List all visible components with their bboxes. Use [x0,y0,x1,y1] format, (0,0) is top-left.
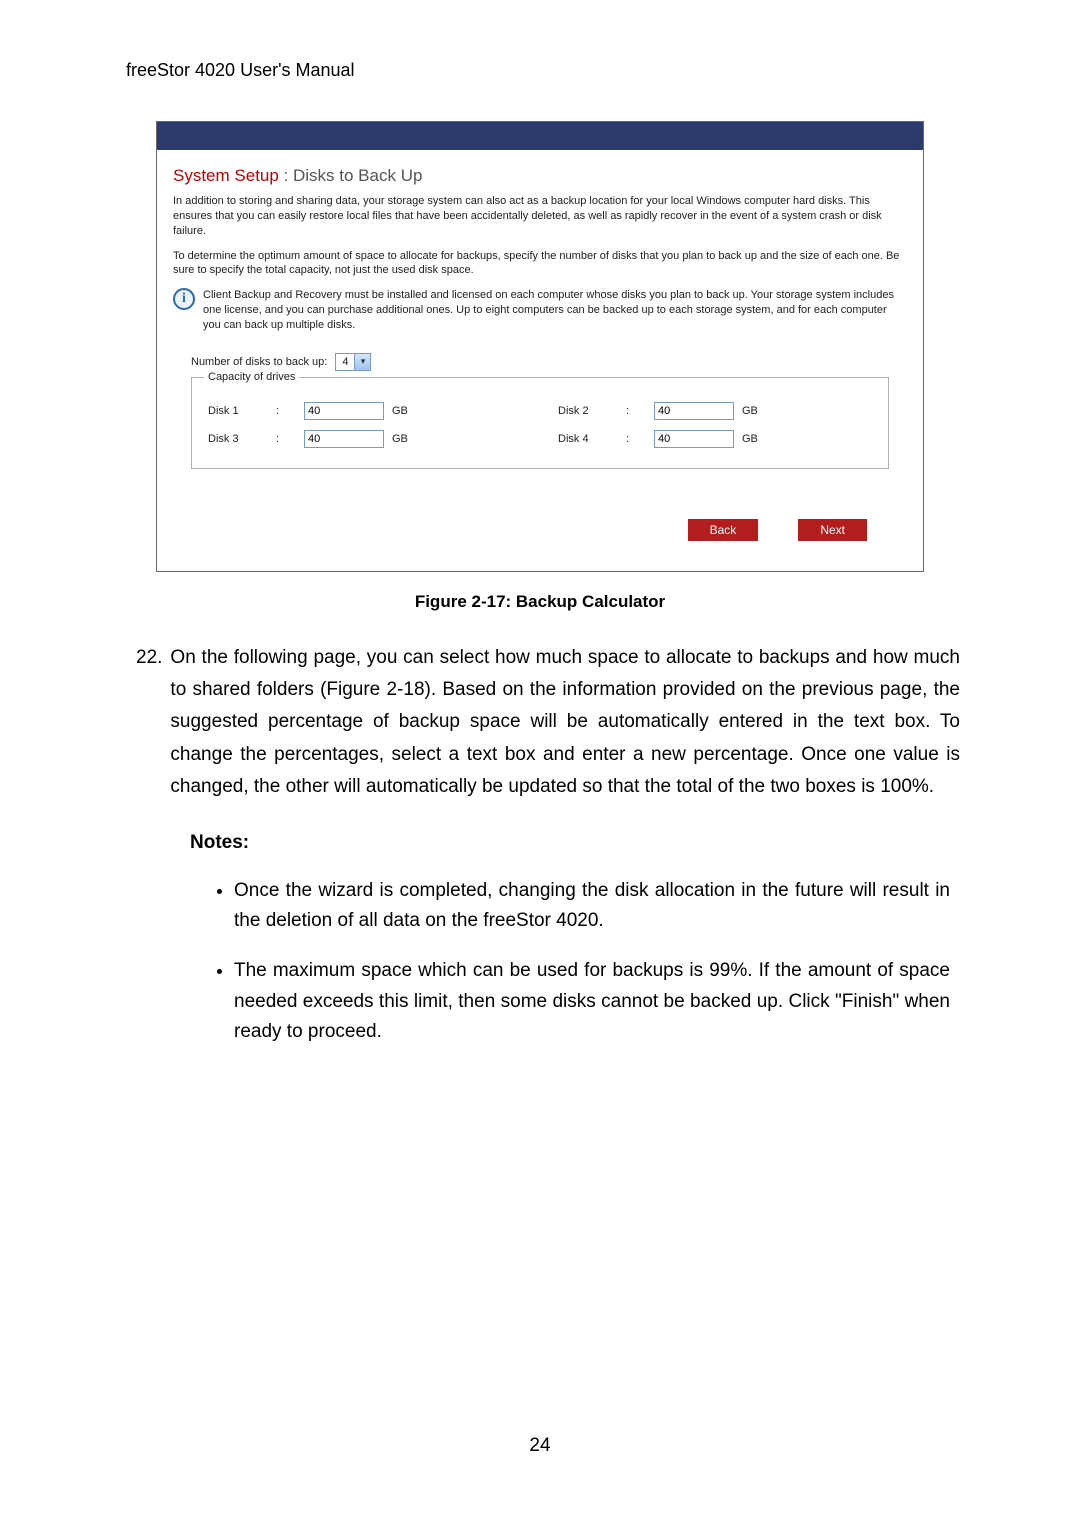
fieldset-legend: Capacity of drives [204,371,299,383]
numdisks-label: Number of disks to back up: [191,356,327,368]
disk1-capacity-input[interactable] [304,402,384,420]
intro-paragraph-2: To determine the optimum amount of space… [173,249,907,279]
note-item: Once the wizard is completed, changing t… [234,876,960,937]
note-item: The maximum space which can be used for … [234,956,960,1047]
unit-label: GB [392,405,422,417]
back-button[interactable]: Back [688,519,759,541]
screenshot-figure: System Setup : Disks to Back Up In addit… [156,121,924,572]
page-number: 24 [0,1435,1080,1457]
disk-label: Disk 1 [208,405,268,417]
colon: : [276,433,296,445]
figure-caption: Figure 2-17: Backup Calculator [120,592,960,612]
disk-label: Disk 2 [558,405,618,417]
numdisks-value: 4 [336,356,354,368]
notes-heading: Notes: [190,827,960,859]
numdisks-select[interactable]: 4 ▾ [335,353,371,371]
unit-label: GB [742,433,772,445]
heading-sep: : [279,166,293,185]
next-button[interactable]: Next [798,519,867,541]
step-22: 22. On the following page, you can selec… [136,642,960,803]
chevron-down-icon: ▾ [354,354,370,370]
disk3-capacity-input[interactable] [304,430,384,448]
step-number: 22. [136,642,162,803]
unit-label: GB [392,433,422,445]
window-titlebar [157,122,923,150]
colon: : [626,433,646,445]
page-title: System Setup : Disks to Back Up [173,166,907,186]
colon: : [276,405,296,417]
document-header: freeStor 4020 User's Manual [126,60,960,81]
capacity-fieldset: Capacity of drives Disk 1 : GB Disk 2 : … [191,377,889,469]
unit-label: GB [742,405,772,417]
heading-main: Disks to Back Up [293,166,422,185]
disk4-capacity-input[interactable] [654,430,734,448]
heading-prefix: System Setup [173,166,279,185]
colon: : [626,405,646,417]
disk-label: Disk 4 [558,433,618,445]
info-icon: i [173,288,195,310]
step-text: On the following page, you can select ho… [170,642,960,803]
intro-paragraph-1: In addition to storing and sharing data,… [173,194,907,239]
disk-label: Disk 3 [208,433,268,445]
info-text: Client Backup and Recovery must be insta… [203,288,907,333]
disk2-capacity-input[interactable] [654,402,734,420]
